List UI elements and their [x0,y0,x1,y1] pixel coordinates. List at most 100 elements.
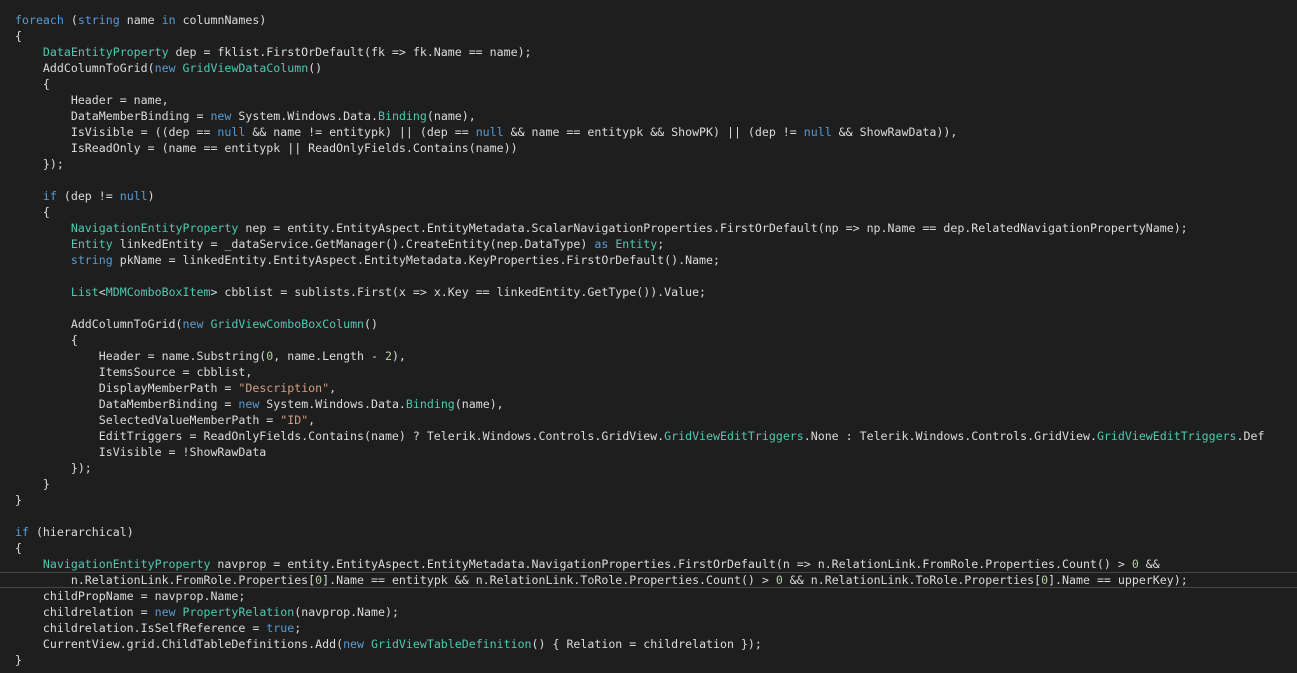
code-line[interactable]: IsReadOnly = (name == entitypk || ReadOn… [15,140,518,156]
code-line[interactable]: IsVisible = !ShowRawData [15,444,267,460]
keyword-token: new [154,605,176,619]
code-text: ].Name == entitypk && n.RelationLink.ToR… [322,573,776,587]
code-text: ; [657,237,665,251]
code-text: EditTriggers = ReadOnlyFields.Contains(n… [15,429,665,443]
code-line[interactable]: SelectedValueMemberPath = "ID", [15,412,315,428]
keyword-token: null [803,125,832,139]
code-text: (dep != [56,189,120,203]
code-text: { [15,541,22,555]
code-text: System.Windows.Data. [259,397,406,411]
code-line[interactable]: if (dep != null) [15,188,155,204]
code-line[interactable]: { [15,28,22,44]
keyword-token: null [119,189,148,203]
keyword-token: new [238,397,260,411]
code-line[interactable]: Header = name, [15,92,169,108]
code-text: ) [147,189,155,203]
code-line[interactable]: CurrentView.grid.ChildTableDefinitions.A… [15,636,762,652]
code-text: DisplayMemberPath = [15,381,239,395]
code-line[interactable]: Header = name.Substring(0, name.Length -… [15,348,406,364]
code-line[interactable]: foreach (string name in columnNames) [15,12,266,28]
code-line[interactable]: { [15,204,50,220]
code-text: && name == entitypk && ShowPK) || (dep !… [503,125,804,139]
code-text: n.RelationLink.FromRole.Properties[ [15,573,316,587]
code-text: } [15,477,50,491]
code-text: () [364,317,378,331]
code-text: (hierarchical) [28,525,134,539]
code-text: < [98,285,106,299]
code-line[interactable]: if (hierarchical) [15,524,134,540]
code-line[interactable]: { [15,76,50,92]
code-text: { [15,29,22,43]
code-text: ( [63,13,78,27]
code-line[interactable]: DataEntityProperty dep = fklist.FirstOrD… [15,44,532,60]
code-text: , [329,381,337,395]
code-text: > cbblist = sublists.First(x => x.Key ==… [210,285,707,299]
code-line[interactable]: }); [15,156,64,172]
type-token: GridViewEditTriggers [664,429,804,443]
code-line[interactable]: DataMemberBinding = new System.Windows.D… [15,108,476,124]
code-line[interactable]: childPropName = navprop.Name; [15,588,245,604]
string-token: "Description" [238,381,330,395]
code-line[interactable]: DisplayMemberPath = "Description", [15,380,336,396]
keyword-token: true [266,621,295,635]
code-line[interactable]: ItemsSource = cbblist, [15,364,253,380]
code-text: , name.Length - [273,349,385,363]
keyword-token: as [594,237,609,251]
code-text: CurrentView.grid.ChildTableDefinitions.A… [15,637,344,651]
code-line[interactable]: } [15,476,50,492]
code-text: childrelation = [15,605,155,619]
code-line[interactable]: List<MDMComboBoxItem> cbblist = sublists… [15,284,706,300]
type-token: NavigationEntityProperty [42,557,211,571]
keyword-token: if [15,525,29,539]
code-line[interactable]: } [15,492,22,508]
code-text: } [15,653,22,667]
code-line[interactable]: NavigationEntityProperty nep = entity.En… [15,220,1188,236]
keyword-token: new [210,109,232,123]
code-line[interactable]: n.RelationLink.FromRole.Properties[ 0].Na… [15,572,1188,588]
code-text: && name != entitypk) || (dep == [245,125,476,139]
code-line[interactable]: { [15,540,22,556]
keyword-token: new [154,61,176,75]
code-text: && ShowRawData)), [831,125,958,139]
code-text: .None : Telerik.Windows.Controls.GridVie… [803,429,1097,443]
code-text: AddColumnToGrid( [15,317,183,331]
code-text: }); [15,157,64,171]
code-text: }); [15,461,92,475]
code-text: && [1138,557,1160,571]
code-line[interactable]: }); [15,460,92,476]
code-line[interactable]: NavigationEntityProperty navprop = entit… [15,556,1160,572]
code-line[interactable]: } [15,652,22,668]
number-token: 0 [775,573,783,587]
code-line[interactable]: AddColumnToGrid(new GridViewDataColumn() [15,60,322,76]
code-line[interactable]: { [15,332,78,348]
type-token: GridViewDataColumn [182,61,309,75]
code-text: DataMemberBinding = [15,397,239,411]
keyword-token: if [42,189,57,203]
keyword-token: foreach [15,13,64,27]
code-text: .Def [1236,429,1265,443]
code-line[interactable]: EditTriggers = ReadOnlyFields.Contains(n… [15,428,1265,444]
code-text: () { Relation = childrelation }); [531,637,762,651]
code-line[interactable]: string pkName = linkedEntity.EntityAspec… [15,252,720,268]
code-text: { [15,333,78,347]
code-text: , [308,413,316,427]
code-editor[interactable]: foreach (string name in columnNames){ Da… [0,0,1297,673]
number-token: 2 [384,349,392,363]
string-token: "ID" [280,413,309,427]
code-text: { [15,205,50,219]
type-token: GridViewComboBoxColumn [210,317,365,331]
code-line[interactable]: childrelation.IsSelfReference = true; [15,620,301,636]
code-line[interactable]: IsVisible = ((dep == null && name != ent… [15,124,958,140]
code-text: childrelation.IsSelfReference = [15,621,267,635]
code-line[interactable]: AddColumnToGrid(new GridViewComboBoxColu… [15,316,378,332]
code-line[interactable]: childrelation = new PropertyRelation(nav… [15,604,399,620]
code-line[interactable]: Entity linkedEntity = _dataService.GetMa… [15,236,664,252]
code-line[interactable]: DataMemberBinding = new System.Windows.D… [15,396,504,412]
keyword-token: string [77,13,120,27]
